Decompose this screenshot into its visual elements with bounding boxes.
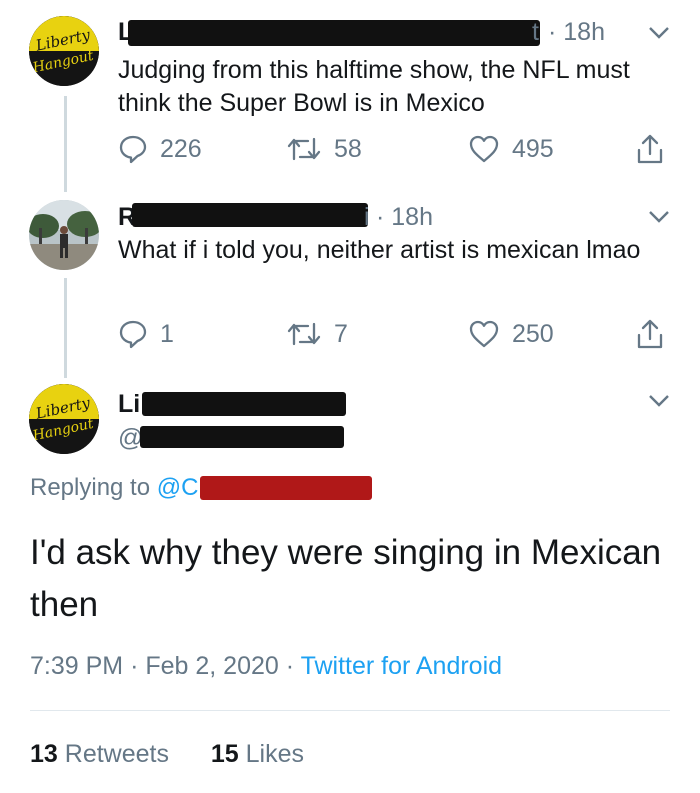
separator: · — [130, 652, 139, 680]
chevron-down-icon[interactable] — [648, 210, 670, 224]
retweet-button[interactable]: 58 — [286, 132, 362, 166]
reply-mention-link[interactable]: @C — [157, 474, 199, 501]
share-button[interactable] — [636, 317, 664, 351]
reply-button[interactable]: 226 — [118, 132, 202, 166]
thread-line — [64, 278, 67, 378]
replying-to: Replying to @C — [30, 474, 199, 501]
divider — [30, 710, 670, 711]
heart-icon — [469, 320, 499, 348]
redacted-username — [128, 20, 540, 46]
tweet-text: What if i told you, neither artist is me… — [118, 236, 641, 264]
redacted-handle — [140, 426, 344, 448]
retweet-icon — [287, 137, 321, 161]
like-button[interactable]: 495 — [468, 132, 554, 166]
main-tweet-text: I'd ask why they were singing in Mexican… — [30, 533, 662, 624]
tweet-time[interactable]: · 18h — [548, 18, 605, 47]
redacted-mention — [200, 476, 372, 500]
handle-tail: i — [364, 203, 370, 231]
author-name[interactable]: Li — [118, 390, 140, 419]
tweet-date[interactable]: Feb 2, 2020 — [145, 652, 278, 680]
share-icon — [637, 319, 663, 349]
tweet-text: Judging from this halftime show, the NFL… — [118, 56, 630, 117]
tweet-timestamp: 7:39 PM · Feb 2, 2020 · Twitter for Andr… — [30, 652, 502, 681]
avatar[interactable] — [29, 200, 99, 270]
engagement-stats: 13 Retweets 15 Likes — [30, 740, 304, 769]
avatar[interactable]: Liberty Hangout — [29, 384, 99, 454]
likes-stat[interactable]: 15 Likes — [211, 740, 304, 768]
share-button[interactable] — [636, 132, 664, 166]
retweet-button[interactable]: 7 — [286, 317, 348, 351]
reply-icon — [119, 320, 147, 349]
chevron-down-icon[interactable] — [648, 26, 670, 40]
like-button[interactable]: 250 — [468, 317, 554, 351]
share-icon — [637, 134, 663, 164]
separator: · — [285, 652, 295, 680]
tweet-time[interactable]: 7:39 PM — [30, 652, 123, 680]
redacted-username — [132, 203, 368, 227]
profile-photo — [29, 200, 99, 270]
thread-line — [64, 96, 67, 192]
handle-tail: t — [532, 18, 539, 46]
tweet-source-link[interactable]: Twitter for Android — [301, 652, 502, 680]
redacted-username — [142, 392, 346, 416]
retweets-stat[interactable]: 13 Retweets — [30, 740, 169, 768]
liberty-hangout-logo: Liberty Hangout — [29, 384, 99, 454]
tweet-time[interactable]: · 18h — [376, 203, 433, 232]
heart-icon — [469, 135, 499, 163]
reply-button[interactable]: 1 — [118, 317, 174, 351]
avatar[interactable]: Liberty Hangout — [29, 16, 99, 86]
reply-icon — [119, 135, 147, 164]
chevron-down-icon[interactable] — [648, 394, 670, 408]
liberty-hangout-logo: Liberty Hangout — [29, 16, 99, 86]
retweet-icon — [287, 322, 321, 346]
